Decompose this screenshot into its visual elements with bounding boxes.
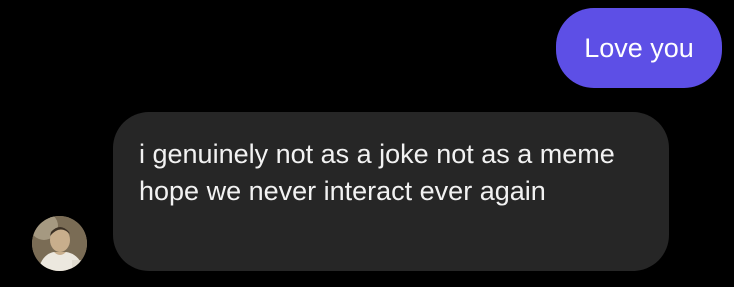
avatar-photo-icon bbox=[32, 216, 87, 271]
message-thread: Love you i genuinely not as a joke not a… bbox=[0, 0, 734, 287]
sender-avatar[interactable] bbox=[32, 216, 87, 271]
incoming-message-bubble[interactable]: i genuinely not as a joke not as a meme … bbox=[113, 112, 669, 271]
outgoing-message-bubble[interactable]: Love you bbox=[556, 8, 722, 88]
